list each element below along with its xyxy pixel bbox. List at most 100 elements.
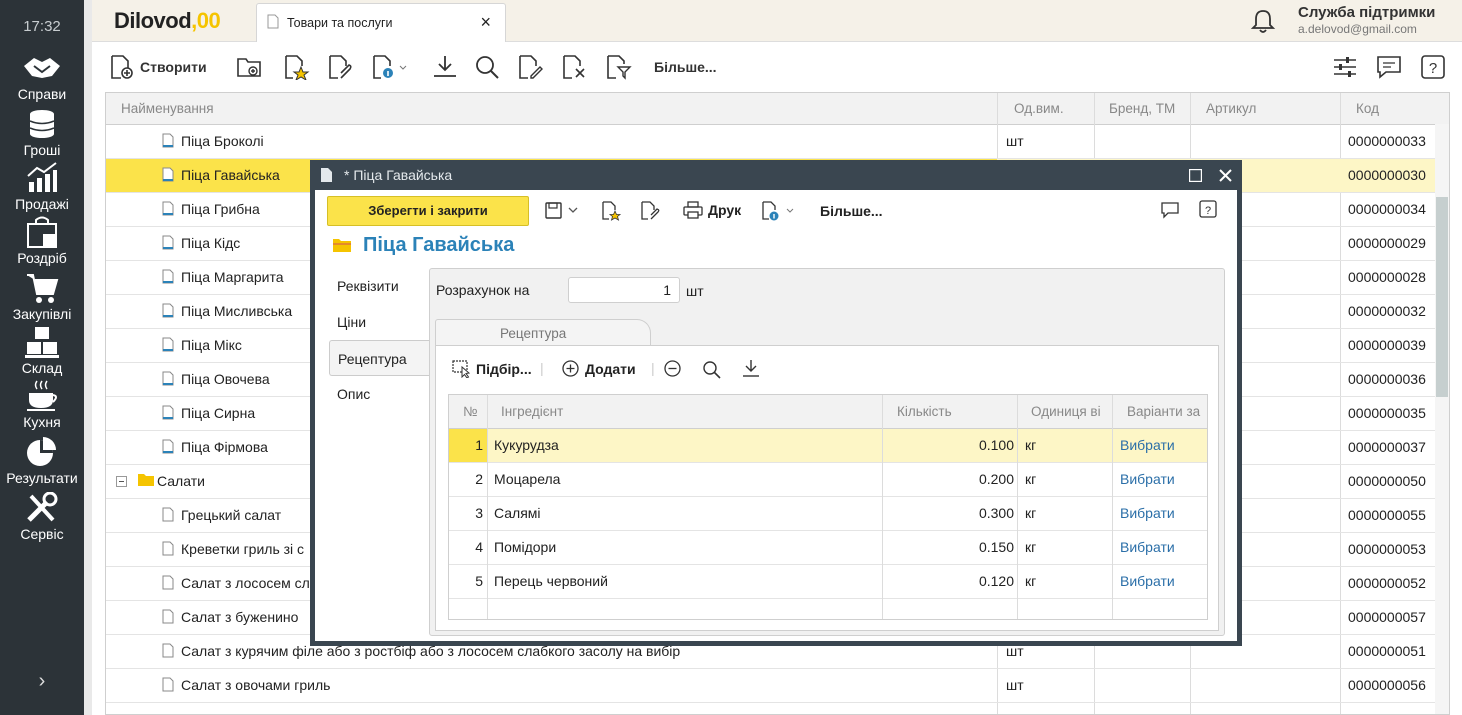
choose-variant-link[interactable]: Вибрати xyxy=(1120,505,1175,521)
column-header-brand[interactable]: Бренд, ТМ xyxy=(1109,101,1175,116)
ingredient-row[interactable]: 4 Помідори 0.150 кг Вибрати xyxy=(449,531,1207,565)
help-button[interactable]: ? xyxy=(1420,52,1446,82)
sidebar-item-sprawy[interactable]: Справи xyxy=(0,52,84,102)
collapse-sidebar-button[interactable]: › xyxy=(0,670,84,693)
product-name: Салати xyxy=(157,473,205,489)
document-icon xyxy=(162,235,174,253)
ingredient-name[interactable]: Перець червоний xyxy=(494,573,608,589)
bell-icon[interactable] xyxy=(1250,8,1276,34)
attach-button[interactable] xyxy=(328,52,354,82)
choose-variant-link[interactable]: Вибрати xyxy=(1120,471,1175,487)
side-tab-description[interactable]: Опис xyxy=(329,376,429,412)
shopping-bag-icon xyxy=(27,216,57,248)
side-tab-requisites[interactable]: Реквізити xyxy=(329,268,429,304)
choose-variant-link[interactable]: Вибрати xyxy=(1120,437,1175,453)
search-button[interactable] xyxy=(474,52,500,82)
document-star-icon[interactable] xyxy=(602,201,622,221)
tab-recipe[interactable]: Рецептура xyxy=(435,319,651,347)
maximize-icon[interactable] xyxy=(1189,169,1202,182)
ingredient-name[interactable]: Помідори xyxy=(494,539,556,555)
filter-button[interactable] xyxy=(606,52,632,82)
download-icon[interactable] xyxy=(742,359,760,378)
new-folder-button[interactable] xyxy=(236,52,262,82)
side-tab-recipe[interactable]: Рецептура xyxy=(329,340,429,376)
ingredient-quantity[interactable]: 0.200 xyxy=(883,471,1014,487)
pick-button[interactable]: Підбір... xyxy=(452,360,532,378)
create-button[interactable]: Створити xyxy=(110,52,207,82)
logo[interactable]: Dilovod,00 xyxy=(114,8,221,34)
ingredient-name[interactable]: Моцарела xyxy=(494,471,560,487)
sidebar-item-hroshi[interactable]: Гроші xyxy=(0,108,84,158)
choose-variant-link[interactable]: Вибрати xyxy=(1120,539,1175,555)
chat-icon[interactable] xyxy=(1161,201,1179,219)
column-header-code[interactable]: Код xyxy=(1356,101,1379,116)
sidebar-item-zakupivli[interactable]: Закупівлі xyxy=(0,272,84,322)
ingredient-unit[interactable]: кг xyxy=(1025,437,1036,453)
paperclip-icon[interactable] xyxy=(641,201,661,221)
window-titlebar[interactable]: * Піца Гавайська xyxy=(310,160,1242,190)
ingredient-row[interactable]: 1 Кукурудза 0.100 кг Вибрати xyxy=(449,429,1207,463)
sidebar-item-sklad[interactable]: Склад xyxy=(0,326,84,376)
product-name: Салат з буженино xyxy=(181,609,299,625)
sidebar-item-rezultaty[interactable]: Результати xyxy=(0,436,84,486)
tab-products[interactable]: Товари та послуги × xyxy=(256,3,506,43)
column-header-name[interactable]: Найменування xyxy=(121,101,214,116)
choose-variant-link[interactable]: Вибрати xyxy=(1120,573,1175,589)
ingredient-quantity[interactable]: 0.120 xyxy=(883,573,1014,589)
download-button[interactable] xyxy=(432,52,458,82)
edit-button[interactable] xyxy=(518,52,544,82)
minus-circle-icon[interactable] xyxy=(664,360,681,377)
comments-button[interactable] xyxy=(1376,52,1402,82)
save-icon[interactable] xyxy=(545,202,583,220)
ingredient-unit[interactable]: кг xyxy=(1025,539,1036,555)
ingredient-unit[interactable]: кг xyxy=(1025,505,1036,521)
more-button[interactable]: Більше... xyxy=(820,203,883,219)
side-tab-prices[interactable]: Ціни xyxy=(329,304,429,340)
add-button[interactable]: Додати xyxy=(562,360,636,377)
name-cell[interactable]: Салат з овочами гриль xyxy=(106,669,997,702)
sidebar-item-prodazhi[interactable]: Продажі xyxy=(0,162,84,212)
ingredient-row[interactable]: 5 Перець червоний 0.120 кг Вибрати xyxy=(449,565,1207,599)
support-block[interactable]: Служба підтримки a.delovod@gmail.com xyxy=(1298,4,1435,36)
ingredient-name[interactable]: Салямі xyxy=(494,505,541,521)
ingredient-name[interactable]: Кукурудза xyxy=(494,437,559,453)
document-info-icon[interactable] xyxy=(762,201,798,221)
calc-quantity-input[interactable]: 1 xyxy=(568,277,680,303)
document-icon xyxy=(162,371,174,389)
settings-button[interactable] xyxy=(1332,52,1358,82)
sidebar-item-servis[interactable]: Сервіс xyxy=(0,492,84,542)
ingredient-row[interactable]: 3 Салямі 0.300 кг Вибрати xyxy=(449,497,1207,531)
table-row[interactable]: Салат з овочами гриль шт 0000000056 xyxy=(106,669,1436,703)
column-header-variants[interactable]: Варіанти за xyxy=(1127,404,1200,419)
scrollbar-thumb[interactable] xyxy=(1436,197,1448,397)
ingredient-quantity[interactable]: 0.300 xyxy=(883,505,1014,521)
ingredient-quantity[interactable]: 0.150 xyxy=(883,539,1014,555)
search-icon[interactable] xyxy=(702,360,721,379)
ingredient-unit[interactable]: кг xyxy=(1025,573,1036,589)
table-row[interactable]: Піца Броколі шт 0000000033 xyxy=(106,125,1436,159)
column-header-quantity[interactable]: Кількість xyxy=(897,404,952,419)
ingredient-row[interactable]: 2 Моцарела 0.200 кг Вибрати xyxy=(449,463,1207,497)
sidebar-item-rozdrib[interactable]: Роздріб xyxy=(0,216,84,266)
column-header-unit[interactable]: Одиниця ві xyxy=(1031,404,1101,419)
sidebar-item-kukhnia[interactable]: Кухня xyxy=(0,380,84,430)
close-icon[interactable] xyxy=(1219,169,1232,182)
info-dropdown-button[interactable] xyxy=(372,52,408,82)
ingredient-unit[interactable]: кг xyxy=(1025,471,1036,487)
row-number: 1 xyxy=(475,437,483,453)
column-header-unit[interactable]: Од.вим. xyxy=(1014,101,1064,116)
save-and-close-button[interactable]: Зберегти і закрити xyxy=(327,196,529,226)
ingredient-quantity[interactable]: 0.100 xyxy=(883,437,1014,453)
product-name: Піца Грибна xyxy=(181,201,260,217)
more-button[interactable]: Більше... xyxy=(648,52,717,82)
collapse-icon[interactable] xyxy=(116,474,127,490)
column-header-article[interactable]: Артикул xyxy=(1206,101,1256,116)
close-tab-icon[interactable]: × xyxy=(480,12,491,33)
column-header-ingredient[interactable]: Інгредієнт xyxy=(501,404,563,419)
name-cell[interactable]: Піца Броколі xyxy=(106,125,997,158)
column-header-number[interactable]: № xyxy=(463,404,477,419)
help-icon[interactable]: ? xyxy=(1199,200,1217,218)
favorite-button[interactable] xyxy=(284,52,310,82)
print-button[interactable]: Друк xyxy=(683,201,741,219)
delete-mark-button[interactable] xyxy=(562,52,588,82)
